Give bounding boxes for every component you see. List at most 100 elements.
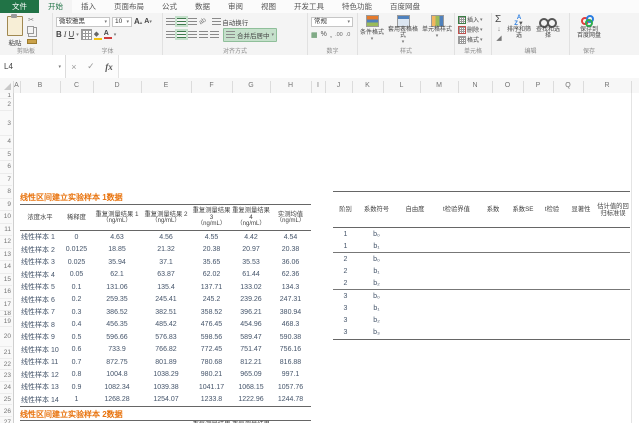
cell-styles-button[interactable]: 单元格样式 ▾ xyxy=(422,15,452,45)
stats-cell[interactable] xyxy=(395,277,435,289)
cell[interactable]: 0.05 xyxy=(60,269,93,282)
fill-icon[interactable]: ↓ xyxy=(495,26,503,34)
stats-cell[interactable] xyxy=(508,290,538,302)
delete-cells-button[interactable]: 删除▾ xyxy=(458,25,488,34)
autosum-icon[interactable]: Σ xyxy=(495,15,503,25)
stats-cell[interactable] xyxy=(478,290,508,302)
stats-cell[interactable] xyxy=(395,240,435,252)
stats-cell[interactable]: 3 xyxy=(333,327,358,339)
stats-cell[interactable] xyxy=(538,240,566,252)
cell[interactable]: 485.42 xyxy=(141,319,191,332)
cell[interactable]: 816.88 xyxy=(270,356,311,369)
cell[interactable]: 259.35 xyxy=(93,294,141,307)
stats-cell[interactable]: 1 xyxy=(333,228,358,240)
fill-color-icon[interactable]: ◆ xyxy=(94,30,102,40)
row-header-9[interactable]: 9 xyxy=(0,199,12,212)
cell[interactable]: 1041.17 xyxy=(191,381,232,394)
cell[interactable]: 780.68 xyxy=(191,356,232,369)
header-cell[interactable]: 重复测量结果 3（ng/mL） xyxy=(191,205,232,230)
cell[interactable]: 线性样本 12 xyxy=(20,369,60,382)
formula-input[interactable] xyxy=(119,55,639,78)
column-header-D[interactable]: D xyxy=(93,78,141,93)
borders-icon[interactable] xyxy=(81,29,92,40)
cell[interactable]: 0.0125 xyxy=(60,244,93,257)
stats-cell[interactable]: b₁ xyxy=(358,303,395,315)
cell[interactable]: 133.02 xyxy=(232,281,270,294)
format-cells-button[interactable]: 格式▾ xyxy=(458,35,488,44)
tab-review[interactable]: 审阅 xyxy=(219,0,252,13)
row-header-16[interactable]: 16 xyxy=(0,286,12,299)
cell[interactable]: 1082.34 xyxy=(93,381,141,394)
row-header-24[interactable]: 24 xyxy=(0,382,12,394)
cell[interactable]: 线性样本 2 xyxy=(20,244,60,257)
cell[interactable]: 0.8 xyxy=(60,369,93,382)
cell[interactable]: 997.1 xyxy=(270,369,311,382)
row-header-11[interactable]: 11 xyxy=(0,224,12,237)
cell[interactable]: 线性样本 5 xyxy=(20,281,60,294)
cell[interactable]: 137.71 xyxy=(191,281,232,294)
align-bottom-icon[interactable] xyxy=(188,18,197,25)
column-header-C[interactable]: C xyxy=(60,78,93,93)
cell[interactable]: 1233.8 xyxy=(191,394,232,407)
stats-cell[interactable] xyxy=(395,290,435,302)
cell[interactable]: 0.3 xyxy=(60,306,93,319)
stats-cell[interactable] xyxy=(435,240,478,252)
cell[interactable]: 965.09 xyxy=(232,369,270,382)
stats-cell[interactable] xyxy=(508,315,538,327)
cell[interactable]: 18.85 xyxy=(93,244,141,257)
cell[interactable]: 380.94 xyxy=(270,306,311,319)
stats-cell[interactable] xyxy=(435,327,478,339)
clear-icon[interactable]: ◢ xyxy=(495,35,503,43)
cell[interactable]: 598.56 xyxy=(191,331,232,344)
number-format-select[interactable]: 常规▾ xyxy=(311,17,353,27)
stats-cell[interactable] xyxy=(435,265,478,277)
row-header-4[interactable]: 4 xyxy=(0,136,12,149)
stats-cell[interactable]: b₂ xyxy=(358,315,395,327)
column-header-P[interactable]: P xyxy=(523,78,553,93)
column-header-L[interactable]: L xyxy=(383,78,420,93)
stats-cell[interactable] xyxy=(478,315,508,327)
stats-cell[interactable]: b₀ xyxy=(358,253,395,265)
stats-cell[interactable] xyxy=(508,265,538,277)
column-header-G[interactable]: G xyxy=(232,78,270,93)
cell[interactable]: 37.1 xyxy=(141,256,191,269)
stats-cell[interactable] xyxy=(596,277,630,289)
row-header-20[interactable]: 20 xyxy=(0,327,12,347)
align-center-icon[interactable] xyxy=(177,31,186,38)
stats-header-cell[interactable]: 显著性 xyxy=(566,192,596,227)
cut-icon[interactable]: ✂ xyxy=(27,17,35,25)
cell[interactable]: 589.47 xyxy=(232,331,270,344)
stats-header-cell[interactable]: t检验 xyxy=(538,192,566,227)
cell[interactable]: 1039.38 xyxy=(141,381,191,394)
stats-cell[interactable] xyxy=(566,277,596,289)
stats-cell[interactable] xyxy=(508,240,538,252)
cell[interactable]: 801.89 xyxy=(141,356,191,369)
stats-cell[interactable] xyxy=(538,315,566,327)
stats-cell[interactable] xyxy=(395,303,435,315)
cell[interactable]: 线性样本 6 xyxy=(20,294,60,307)
header-cell[interactable]: 重复测量结果 4（ng/mL） xyxy=(232,205,270,230)
cell[interactable]: 980.21 xyxy=(191,369,232,382)
align-middle-icon[interactable] xyxy=(177,18,186,25)
row-header-13[interactable]: 13 xyxy=(0,249,12,262)
tab-developer[interactable]: 开发工具 xyxy=(285,0,333,13)
save-to-baidu-button[interactable]: 保存到百度网盘 xyxy=(573,15,605,39)
stats-cell[interactable] xyxy=(508,228,538,240)
tab-special[interactable]: 特色功能 xyxy=(333,0,381,13)
paste-button[interactable]: 粘贴 xyxy=(3,15,27,47)
name-box[interactable]: L4 ▾ xyxy=(0,55,66,78)
tab-insert[interactable]: 插入 xyxy=(72,0,105,13)
stats-cell[interactable] xyxy=(596,228,630,240)
column-header-H[interactable]: H xyxy=(270,78,311,93)
cell[interactable]: 456.35 xyxy=(93,319,141,332)
cell[interactable]: 239.26 xyxy=(232,294,270,307)
cell[interactable]: 0.5 xyxy=(60,331,93,344)
tab-data[interactable]: 数据 xyxy=(186,0,219,13)
header-cell[interactable]: 稀释度 xyxy=(60,205,93,230)
cell[interactable]: 576.83 xyxy=(141,331,191,344)
row-header-21[interactable]: 21 xyxy=(0,347,12,359)
stats-header-cell[interactable]: 阶别 xyxy=(333,192,358,227)
cell[interactable]: 134.3 xyxy=(270,281,311,294)
cell[interactable]: 线性样本 7 xyxy=(20,306,60,319)
cell[interactable]: 62.02 xyxy=(191,269,232,282)
